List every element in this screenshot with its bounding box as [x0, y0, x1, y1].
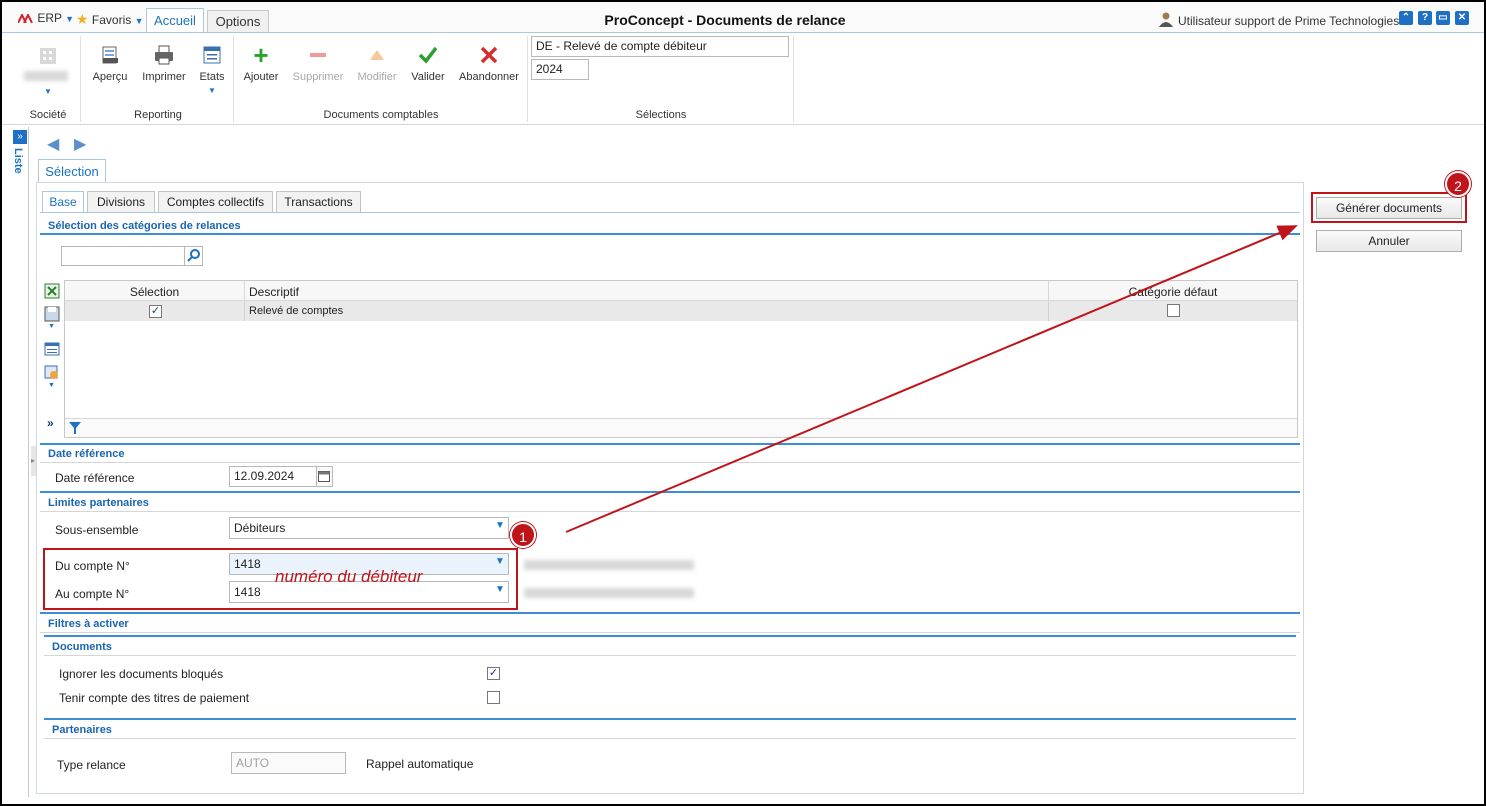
arrow-line [565, 225, 1298, 533]
annotation-arrow [565, 225, 1298, 533]
